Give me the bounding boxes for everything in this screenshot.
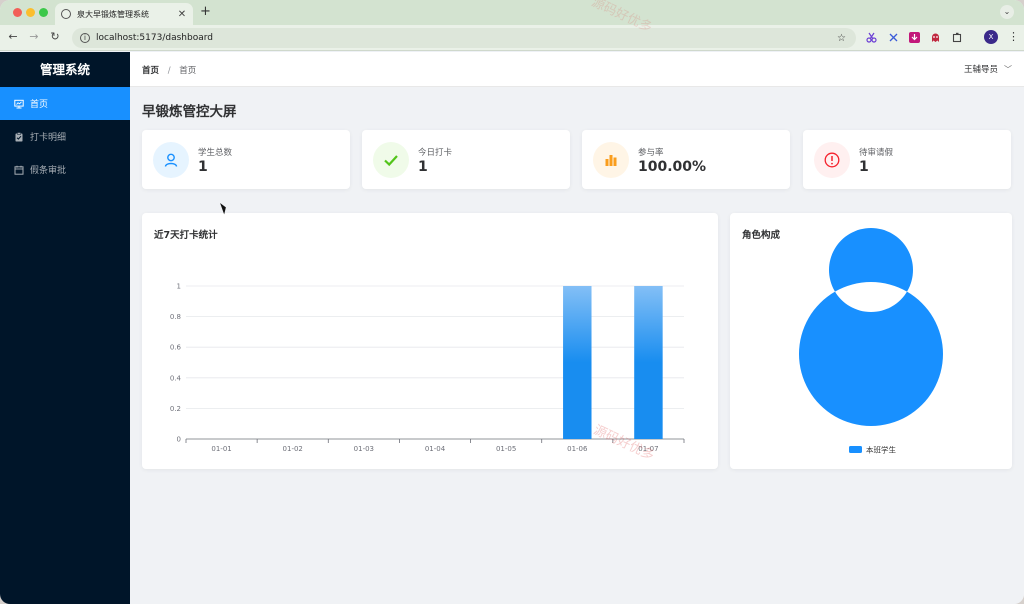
y-tick-label: 0 — [177, 436, 181, 444]
breadcrumb-item-current: 首页 — [179, 66, 197, 76]
bar-chart-icon — [605, 155, 617, 166]
checkin-chart-panel: 近7天打卡统计 0 0.2 0.4 0.6 0.8 1 01-01 01-02 01-03 01-… — [142, 213, 718, 469]
stat-label: 学生总数 — [198, 148, 233, 158]
sidebar-item-label: 首页 — [30, 100, 49, 110]
scissors-extension-icon[interactable] — [866, 32, 877, 43]
main-content: 首页 / 首页 王辅导员 ﹀ 早锻炼管控大屏 学生总数 1 今日打卡 1 参与率… — [130, 52, 1024, 604]
stat-label: 今日打卡 — [418, 148, 453, 158]
chevron-down-icon: ﹀ — [1004, 65, 1012, 74]
stat-card-total-students: 学生总数 1 — [142, 130, 350, 189]
calendar-icon — [14, 165, 24, 175]
sidebar: 管理系统 首页 打卡明细 假条审批 — [0, 52, 130, 604]
stat-icon-circle — [814, 142, 850, 178]
url-text: localhost:5173/dashboard — [96, 33, 213, 43]
browser-toolbar: ← → ↻ i localhost:5173/dashboard ☆ X ⋮ — [0, 25, 1024, 51]
x-tick-label: 01-03 — [354, 445, 374, 453]
address-bar[interactable]: i localhost:5173/dashboard ☆ — [72, 28, 856, 48]
bar-01-07[interactable] — [634, 286, 663, 439]
close-window-button[interactable] — [13, 8, 22, 17]
profile-avatar[interactable]: X — [984, 30, 998, 44]
browser-menu-icon[interactable]: ⋮ — [1008, 30, 1019, 43]
stat-icon-circle — [153, 142, 189, 178]
x-tick-label: 01-07 — [638, 445, 658, 453]
x-tick-label: 01-02 — [283, 445, 303, 453]
browser-window: 泉大早锻炼管理系统 ✕ + ⌄ ← → ↻ i localhost:5173/d… — [0, 0, 1024, 604]
sidebar-item-checkin-details[interactable]: 打卡明细 — [0, 120, 130, 153]
donut-slice-0[interactable] — [798, 228, 943, 426]
site-info-icon[interactable]: i — [80, 33, 90, 43]
stat-value: 1 — [418, 159, 428, 175]
user-name: 王辅导员 — [963, 65, 998, 75]
breadcrumb: 首页 / 首页 — [142, 64, 196, 76]
new-tab-button[interactable]: + — [200, 4, 211, 19]
dashboard-icon — [14, 99, 24, 108]
stat-icon-circle — [593, 142, 629, 178]
alert-icon — [824, 152, 840, 168]
tab-bar: 泉大早锻炼管理系统 ✕ + ⌄ — [0, 0, 1024, 25]
y-tick-label: 1 — [177, 283, 181, 291]
y-tick-label: 0.6 — [170, 344, 182, 352]
x-tick-label: 01-04 — [425, 445, 446, 453]
y-tick-label: 0.2 — [170, 405, 181, 413]
checkin-bar-chart: 0 0.2 0.4 0.6 0.8 1 01-01 01-02 01-03 01-04 01-05 0… — [170, 283, 685, 453]
stat-icon-circle — [373, 142, 409, 178]
stat-label: 待审请假 — [859, 148, 894, 158]
reload-icon[interactable]: ↻ — [48, 30, 62, 43]
browser-tab[interactable]: 泉大早锻炼管理系统 ✕ — [55, 3, 193, 25]
sidebar-item-label: 打卡明细 — [30, 133, 67, 143]
globe-icon — [61, 9, 71, 19]
forward-icon[interactable]: → — [27, 30, 41, 43]
y-tick-label: 0.8 — [170, 313, 181, 321]
role-chart-panel: 角色构成 本班学生 — [730, 213, 1012, 469]
tab-title: 泉大早锻炼管理系统 — [77, 9, 149, 19]
stat-card-participation-rate: 参与率 100.00% — [582, 130, 790, 189]
stat-value: 1 — [198, 159, 208, 175]
ghost-extension-icon[interactable] — [930, 32, 941, 43]
role-donut-chart: 本班学生 — [798, 228, 943, 455]
bar-01-06[interactable] — [563, 286, 592, 439]
x-tick-label: 01-01 — [211, 445, 231, 453]
tab-close-icon[interactable]: ✕ — [177, 9, 187, 20]
maximize-window-button[interactable] — [39, 8, 48, 17]
user-icon — [164, 153, 178, 167]
x-tick-label: 01-06 — [567, 445, 588, 453]
x-tick-label: 01-05 — [496, 445, 516, 453]
back-icon[interactable]: ← — [6, 30, 20, 43]
breadcrumb-separator: / — [167, 66, 171, 76]
legend-label[interactable]: 本班学生 — [866, 445, 896, 455]
sidebar-title: 管理系统 — [39, 62, 90, 77]
stat-value: 100.00% — [638, 159, 707, 175]
page-header: 首页 / 首页 王辅导员 ﹀ — [130, 52, 1024, 87]
y-tick-label: 0.4 — [170, 374, 182, 382]
minimize-window-button[interactable] — [26, 8, 35, 17]
legend-swatch[interactable] — [849, 446, 862, 453]
user-menu[interactable]: 王辅导员 ﹀ — [964, 63, 1012, 75]
check-icon — [384, 155, 398, 167]
sidebar-item-label: 假条审批 — [30, 166, 67, 176]
page-title: 早锻炼管控大屏 — [142, 104, 237, 120]
tab-search-icon[interactable]: ⌄ — [1000, 5, 1014, 19]
clipboard-check-icon — [15, 131, 23, 141]
stat-card-today-checkin: 今日打卡 1 — [362, 130, 570, 189]
stat-card-pending-leave: 待审请假 1 — [803, 130, 1011, 189]
sidebar-item-leave-approval[interactable]: 假条审批 — [0, 153, 130, 186]
stat-value: 1 — [859, 159, 869, 175]
stat-label: 参与率 — [638, 148, 664, 158]
sidebar-item-home[interactable]: 首页 — [0, 87, 130, 120]
cut-extension-icon[interactable] — [888, 32, 899, 43]
puzzle-extensions-icon[interactable] — [952, 32, 963, 43]
breadcrumb-item-home[interactable]: 首页 — [142, 66, 159, 76]
download-extension-icon[interactable] — [909, 32, 920, 43]
bookmark-star-icon[interactable]: ☆ — [837, 33, 846, 44]
